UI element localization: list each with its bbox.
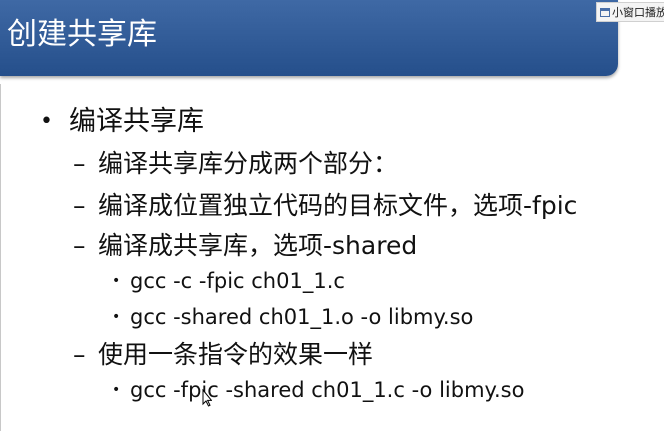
sub-bullet-text: 编译成位置独立代码的目标文件，选项-fpic <box>98 191 578 220</box>
bullet-heading-text: 编译共享库 <box>69 106 204 137</box>
small-bullet-marker: • <box>112 382 121 398</box>
dash-marker: – <box>73 231 86 260</box>
dash-marker: – <box>73 149 86 178</box>
sub-bullet-text: 编译共享库分成两个部分： <box>98 149 399 178</box>
command-text: gcc -c -fpic ch01_1.c <box>130 269 345 293</box>
dash-marker: – <box>73 340 86 369</box>
sub-bullet-text: 编译成共享库，选项-shared <box>98 231 418 260</box>
mouse-cursor-icon <box>202 389 212 407</box>
presentation-slide: 创建共享库 小窗口播放 • 编译共享库 – 编译共享库分成两个部分： – 编译成… <box>0 0 664 431</box>
small-bullet-marker: • <box>112 309 121 325</box>
dash-marker: – <box>73 191 86 220</box>
small-bullet-marker: • <box>112 273 121 289</box>
command-text: gcc -fpic -shared ch01_1.c -o libmy.so <box>130 378 525 402</box>
command-text: gcc -shared ch01_1.o -o libmy.so <box>130 305 474 329</box>
bullet-marker: • <box>40 109 53 134</box>
slide-content: • 编译共享库 – 编译共享库分成两个部分： – 编译成位置独立代码的目标文件，… <box>0 0 664 431</box>
sub-bullet-text: 使用一条指令的效果一样 <box>98 340 374 369</box>
